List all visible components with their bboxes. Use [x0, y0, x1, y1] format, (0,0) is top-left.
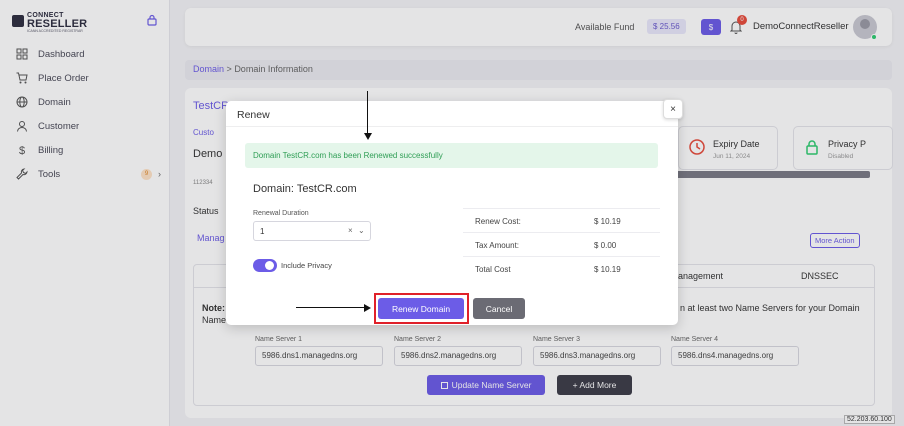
cost-row-tax: Tax Amount: $ 0.00: [463, 232, 660, 256]
cost-row-total: Total Cost $ 10.19: [463, 256, 660, 280]
cost-row-renew: Renew Cost: $ 10.19: [463, 208, 660, 232]
include-privacy-label: Include Privacy: [281, 261, 332, 270]
clear-icon[interactable]: ×: [348, 226, 353, 235]
domain-heading: Domain: TestCR.com: [253, 183, 357, 195]
renew-modal: Renew × Domain TestCR.com has been Renew…: [226, 99, 683, 325]
success-alert: Domain TestCR.com has been Renewed succe…: [245, 143, 658, 168]
cost-label: Renew Cost:: [475, 217, 521, 226]
modal-header: Renew: [226, 101, 678, 127]
cancel-button[interactable]: Cancel: [473, 298, 525, 319]
annotation-arrowhead-right: [364, 304, 371, 312]
cost-value: $ 10.19: [594, 217, 621, 226]
modal-title: Renew: [237, 109, 270, 121]
cost-summary: Renew Cost: $ 10.19 Tax Amount: $ 0.00 T…: [463, 208, 660, 280]
renewal-duration-label: Renewal Duration: [253, 210, 309, 217]
chevron-down-icon[interactable]: ⌄: [358, 226, 365, 235]
cost-value: $ 10.19: [594, 265, 621, 274]
cost-label: Total Cost: [475, 265, 511, 274]
annotation-arrowhead-down: [364, 133, 372, 140]
annotation-arrow-right: [296, 307, 366, 308]
cost-value: $ 0.00: [594, 241, 617, 250]
renewal-duration-value: 1: [260, 227, 265, 236]
include-privacy-toggle[interactable]: [253, 259, 277, 272]
renew-domain-button[interactable]: Renew Domain: [378, 298, 464, 319]
cost-label: Tax Amount:: [475, 241, 520, 250]
renewal-duration-select[interactable]: 1 × ⌄: [253, 221, 371, 241]
annotation-arrow-down: [367, 91, 368, 135]
close-icon[interactable]: ×: [663, 99, 683, 119]
